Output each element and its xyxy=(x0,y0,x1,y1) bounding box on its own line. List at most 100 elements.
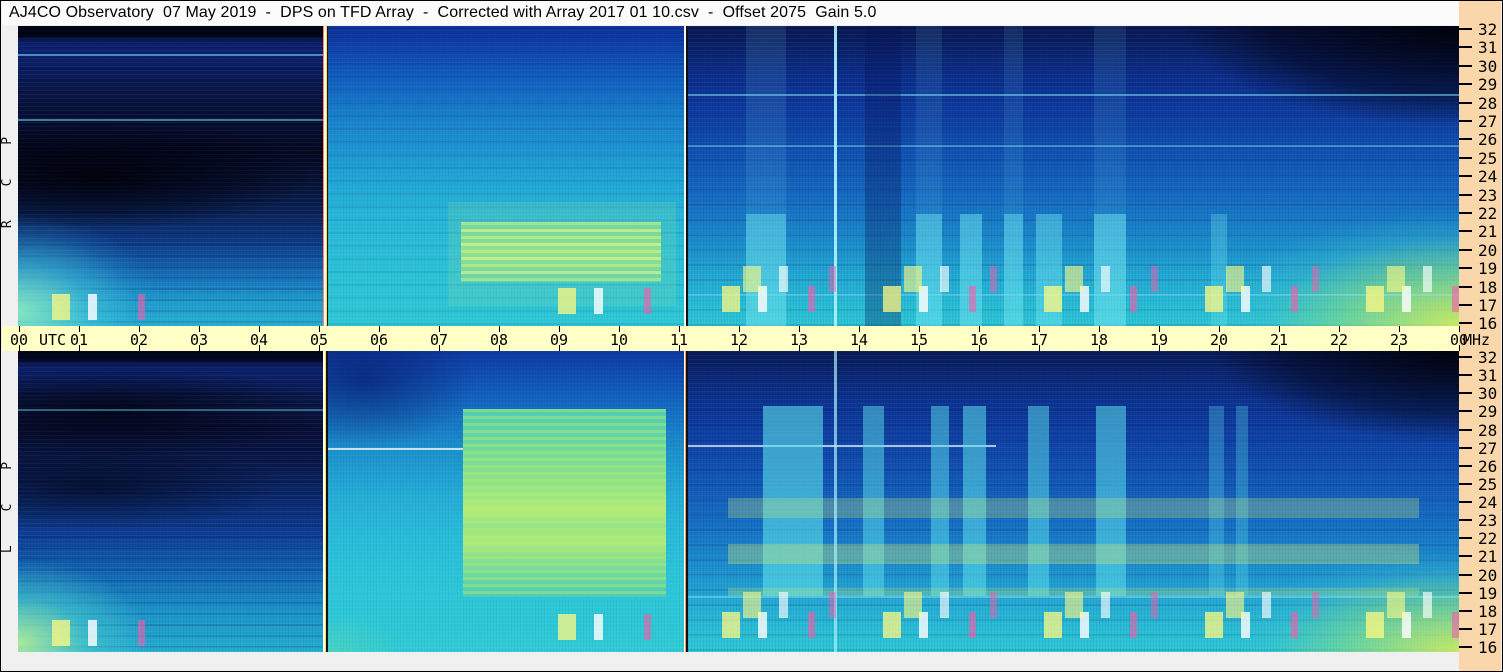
rfi-streaks xyxy=(523,614,684,640)
freq-tick xyxy=(1459,392,1472,395)
freq-tick xyxy=(1459,138,1472,141)
rcp-segment-2 xyxy=(328,26,684,326)
freq-tick-label: 32 xyxy=(1478,348,1498,367)
time-tick-label: 00 xyxy=(9,331,29,349)
lcp-segment-2 xyxy=(328,351,684,652)
freq-tick xyxy=(1459,156,1472,159)
time-axis: 00 01 02 03 04 05 06 07 08 09 10 11 12 13 14 15 16 17 18 19… xyxy=(2,326,1468,351)
freq-tick xyxy=(1459,410,1472,413)
freq-tick xyxy=(1459,482,1472,485)
rcp-segment-3 xyxy=(688,26,1459,326)
freq-tick-label: 21 xyxy=(1478,547,1498,567)
freq-tick-label: 22 xyxy=(1478,204,1498,223)
freq-tick-label: 30 xyxy=(1478,56,1498,76)
freq-tick xyxy=(1459,591,1472,594)
time-tick-label: 08 xyxy=(489,331,509,349)
time-tick-label: 10 xyxy=(609,331,629,349)
freq-tick-label: 19 xyxy=(1478,259,1498,279)
freq-tick-label: 26 xyxy=(1478,456,1498,476)
freq-tick-label: 31 xyxy=(1478,366,1498,386)
freq-tick-label: 20 xyxy=(1478,565,1498,585)
time-tick-label: 20 xyxy=(1209,331,1229,349)
emission-block xyxy=(461,222,661,282)
freq-tick-label: 25 xyxy=(1478,474,1498,494)
freq-tick-label: 29 xyxy=(1478,75,1498,95)
title-bar: AJ4CO Observatory 07 May 2019 - DPS on T… xyxy=(2,1,1459,25)
freq-tick xyxy=(1459,230,1472,233)
freq-tick-label: 32 xyxy=(1478,20,1498,39)
freq-tick-label: 29 xyxy=(1478,402,1498,422)
freq-tick-label: 20 xyxy=(1478,240,1498,260)
freq-tick-label: 18 xyxy=(1478,601,1498,621)
time-tick-label: 04 xyxy=(249,331,269,349)
freq-tick xyxy=(1459,555,1472,558)
spectrogram-lcp xyxy=(18,351,1459,652)
freq-tick xyxy=(1459,537,1472,540)
freq-tick xyxy=(1459,646,1472,648)
rfi-streaks xyxy=(523,288,684,314)
time-tick-label: 22 xyxy=(1329,331,1349,349)
freq-tick xyxy=(1459,356,1472,358)
time-tick-label: 11 xyxy=(669,331,689,349)
time-tick-label: 23 xyxy=(1389,331,1409,349)
time-tick-label: 15 xyxy=(909,331,929,349)
freq-tick-label: 19 xyxy=(1478,583,1498,603)
freq-tick xyxy=(1459,519,1472,522)
freq-tick xyxy=(1459,120,1472,122)
time-tick-label: 03 xyxy=(189,331,209,349)
rfi-streaks xyxy=(18,294,208,320)
page-title: AJ4CO Observatory 07 May 2019 - DPS on T… xyxy=(9,4,877,21)
freq-tick xyxy=(1459,322,1472,325)
freq-axis-unit: MHz xyxy=(1463,331,1491,349)
freq-tick xyxy=(1459,609,1472,612)
time-tick-label: 01 xyxy=(69,331,89,349)
rfi-streaks xyxy=(709,592,1459,618)
rfi-streaks xyxy=(18,620,208,646)
horizontal-emission-bands xyxy=(728,406,1419,596)
time-tick-label: 13 xyxy=(789,331,809,349)
rcp-segment-1 xyxy=(18,26,323,326)
time-tick-label: 21 xyxy=(1269,331,1289,349)
freq-tick-label: 27 xyxy=(1478,112,1498,131)
freq-tick-label: 30 xyxy=(1478,384,1498,404)
time-tick-label: 05 xyxy=(309,331,329,349)
emission-block xyxy=(463,409,666,597)
freq-tick-label: 17 xyxy=(1478,296,1498,315)
freq-tick xyxy=(1459,101,1472,104)
freq-tick xyxy=(1459,501,1472,503)
time-axis-unit: UTC xyxy=(39,331,67,349)
freq-tick xyxy=(1459,428,1472,431)
time-tick-label: 17 xyxy=(1029,331,1049,349)
freq-tick-label: 26 xyxy=(1478,130,1498,150)
freq-tick-label: 16 xyxy=(1478,638,1498,657)
spectrogram-rcp xyxy=(18,26,1459,326)
freq-tick xyxy=(1459,267,1472,270)
freq-tick xyxy=(1459,193,1472,196)
freq-tick-label: 25 xyxy=(1478,148,1498,168)
rcp-axis-label: R C P xyxy=(0,123,15,229)
time-tick-label: 02 xyxy=(129,331,149,349)
lcp-segment-1 xyxy=(18,351,323,652)
freq-tick-label: 31 xyxy=(1478,38,1498,58)
app-window: AJ4CO Observatory 07 May 2019 - DPS on T… xyxy=(0,0,1503,672)
freq-tick xyxy=(1459,374,1472,377)
freq-tick-label: 27 xyxy=(1478,438,1498,458)
lcp-axis-label: L C P xyxy=(0,448,15,554)
freq-tick xyxy=(1459,446,1472,449)
time-tick-label: 12 xyxy=(729,331,749,349)
lcp-segment-3 xyxy=(688,351,1459,652)
freq-tick xyxy=(1459,248,1472,251)
freq-tick xyxy=(1459,464,1472,467)
freq-tick-label: 18 xyxy=(1478,277,1498,297)
freq-tick-label: 23 xyxy=(1478,185,1498,205)
freq-tick xyxy=(1459,304,1472,306)
freq-tick xyxy=(1459,212,1472,214)
time-tick-label: 07 xyxy=(429,331,449,349)
time-tick-label: 19 xyxy=(1149,331,1169,349)
freq-tick xyxy=(1459,285,1472,288)
freq-tick xyxy=(1459,28,1472,30)
time-tick-label: 18 xyxy=(1089,331,1109,349)
freq-tick-label: 23 xyxy=(1478,511,1498,531)
freq-tick-label: 28 xyxy=(1478,420,1498,440)
freq-tick xyxy=(1459,627,1472,630)
